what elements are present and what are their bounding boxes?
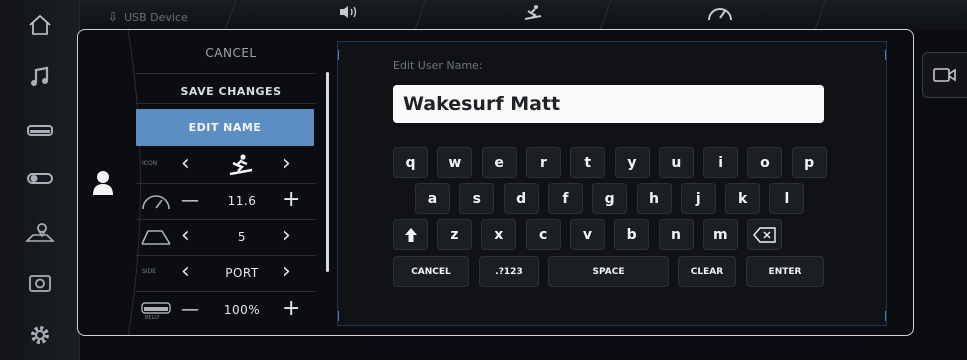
enter-key[interactable]: ENTER: [746, 256, 824, 287]
speedometer-icon[interactable]: [706, 4, 734, 26]
side-row-label: SIDE: [142, 268, 156, 275]
icon-prev-arrow[interactable]: ‹: [181, 151, 190, 176]
camera-view-button[interactable]: [922, 52, 967, 98]
key-g[interactable]: g: [592, 183, 628, 214]
key-m[interactable]: m: [702, 219, 738, 250]
surfer-icon: [229, 154, 253, 176]
shift-arrow-icon: [404, 227, 417, 242]
key-k[interactable]: k: [725, 183, 761, 214]
belly-minus-button[interactable]: —: [181, 299, 199, 320]
key-f[interactable]: f: [547, 183, 583, 214]
clear-key[interactable]: CLEAR: [678, 256, 736, 287]
wake-shaper-icon[interactable]: [22, 162, 58, 196]
edit-name-button[interactable]: EDIT NAME: [136, 109, 314, 146]
belly-value: 100%: [223, 303, 261, 317]
space-key[interactable]: SPACE: [548, 256, 669, 287]
backspace-icon: [752, 226, 776, 243]
key-b[interactable]: b: [614, 219, 650, 250]
main-nav-rail: [0, 0, 80, 360]
edit-user-name-label: Edit User Name:: [393, 59, 483, 72]
key-u[interactable]: u: [658, 147, 694, 178]
gear-icon[interactable]: [22, 318, 58, 352]
key-h[interactable]: h: [636, 183, 672, 214]
belly-row: BELLY — 100% +: [78, 293, 326, 328]
surfer-mode-icon[interactable]: [523, 4, 543, 26]
wedge-icon: [141, 230, 171, 245]
numbers-key[interactable]: .?123: [479, 256, 539, 287]
belly-plus-button[interactable]: +: [282, 296, 300, 321]
key-d[interactable]: d: [503, 183, 539, 214]
key-o[interactable]: o: [747, 147, 783, 178]
key-e[interactable]: e: [481, 147, 517, 178]
key-v[interactable]: v: [569, 219, 605, 250]
key-s[interactable]: s: [459, 183, 495, 214]
user-name-input[interactable]: [393, 85, 824, 123]
key-r[interactable]: r: [525, 147, 561, 178]
side-next-arrow[interactable]: ›: [282, 259, 291, 284]
key-c[interactable]: c: [525, 219, 561, 250]
key-x[interactable]: x: [481, 219, 517, 250]
backspace-key[interactable]: [747, 219, 782, 250]
usb-status: ⇩ USB Device: [108, 10, 188, 24]
icon-row-label: ICON: [142, 160, 158, 167]
key-i[interactable]: i: [703, 147, 739, 178]
key-z[interactable]: z: [437, 219, 472, 250]
wedge-row: ‹ 5 ›: [78, 220, 326, 255]
key-q[interactable]: q: [393, 147, 428, 178]
key-a[interactable]: a: [415, 183, 450, 214]
key-w[interactable]: w: [437, 147, 473, 178]
speedometer-icon: [142, 195, 170, 210]
scrollbar[interactable]: [326, 72, 329, 272]
save-changes-button[interactable]: SAVE CHANGES: [136, 85, 326, 98]
wedge-value: 5: [237, 230, 247, 244]
side-row: SIDE ‹ PORT ›: [78, 256, 326, 291]
key-l[interactable]: l: [769, 183, 805, 214]
map-pin-icon[interactable]: [22, 215, 58, 249]
edit-profile-dialog: CANCEL SAVE CHANGES EDIT NAME ICON ‹ › —…: [77, 29, 914, 336]
speed-minus-button[interactable]: —: [181, 190, 199, 211]
belly-label: BELLY: [145, 315, 160, 321]
music-icon[interactable]: [22, 60, 58, 94]
key-j[interactable]: j: [680, 183, 716, 214]
keyboard-panel: Edit User Name: qwertyuiop asdfghjkl zxcvb…: [337, 41, 887, 326]
key-p[interactable]: p: [791, 147, 827, 178]
cancel-button[interactable]: CANCEL: [136, 46, 326, 60]
wedge-prev-arrow[interactable]: ‹: [181, 223, 190, 248]
key-t[interactable]: t: [570, 147, 606, 178]
speed-value: 11.6: [227, 194, 257, 208]
usb-label: USB Device: [124, 10, 188, 24]
camera-icon[interactable]: [22, 266, 58, 300]
cancel-key[interactable]: CANCEL: [393, 256, 469, 287]
video-camera-icon: [933, 68, 956, 82]
key-n[interactable]: n: [658, 219, 694, 250]
ballast-icon[interactable]: [22, 114, 58, 148]
speed-row: — 11.6 +: [78, 184, 326, 219]
status-bar: ⇩ USB Device: [80, 0, 967, 30]
speed-plus-button[interactable]: +: [282, 187, 300, 212]
usb-icon: ⇩: [108, 10, 119, 24]
volume-icon[interactable]: [338, 4, 360, 24]
side-prev-arrow[interactable]: ‹: [181, 259, 190, 284]
key-y[interactable]: y: [614, 147, 650, 178]
home-icon[interactable]: [22, 8, 58, 42]
icon-selector-row: ICON ‹ ›: [78, 148, 326, 183]
icon-next-arrow[interactable]: ›: [282, 151, 291, 176]
side-value: PORT: [225, 266, 259, 280]
shift-key[interactable]: [393, 219, 428, 250]
wedge-next-arrow[interactable]: ›: [282, 223, 291, 248]
